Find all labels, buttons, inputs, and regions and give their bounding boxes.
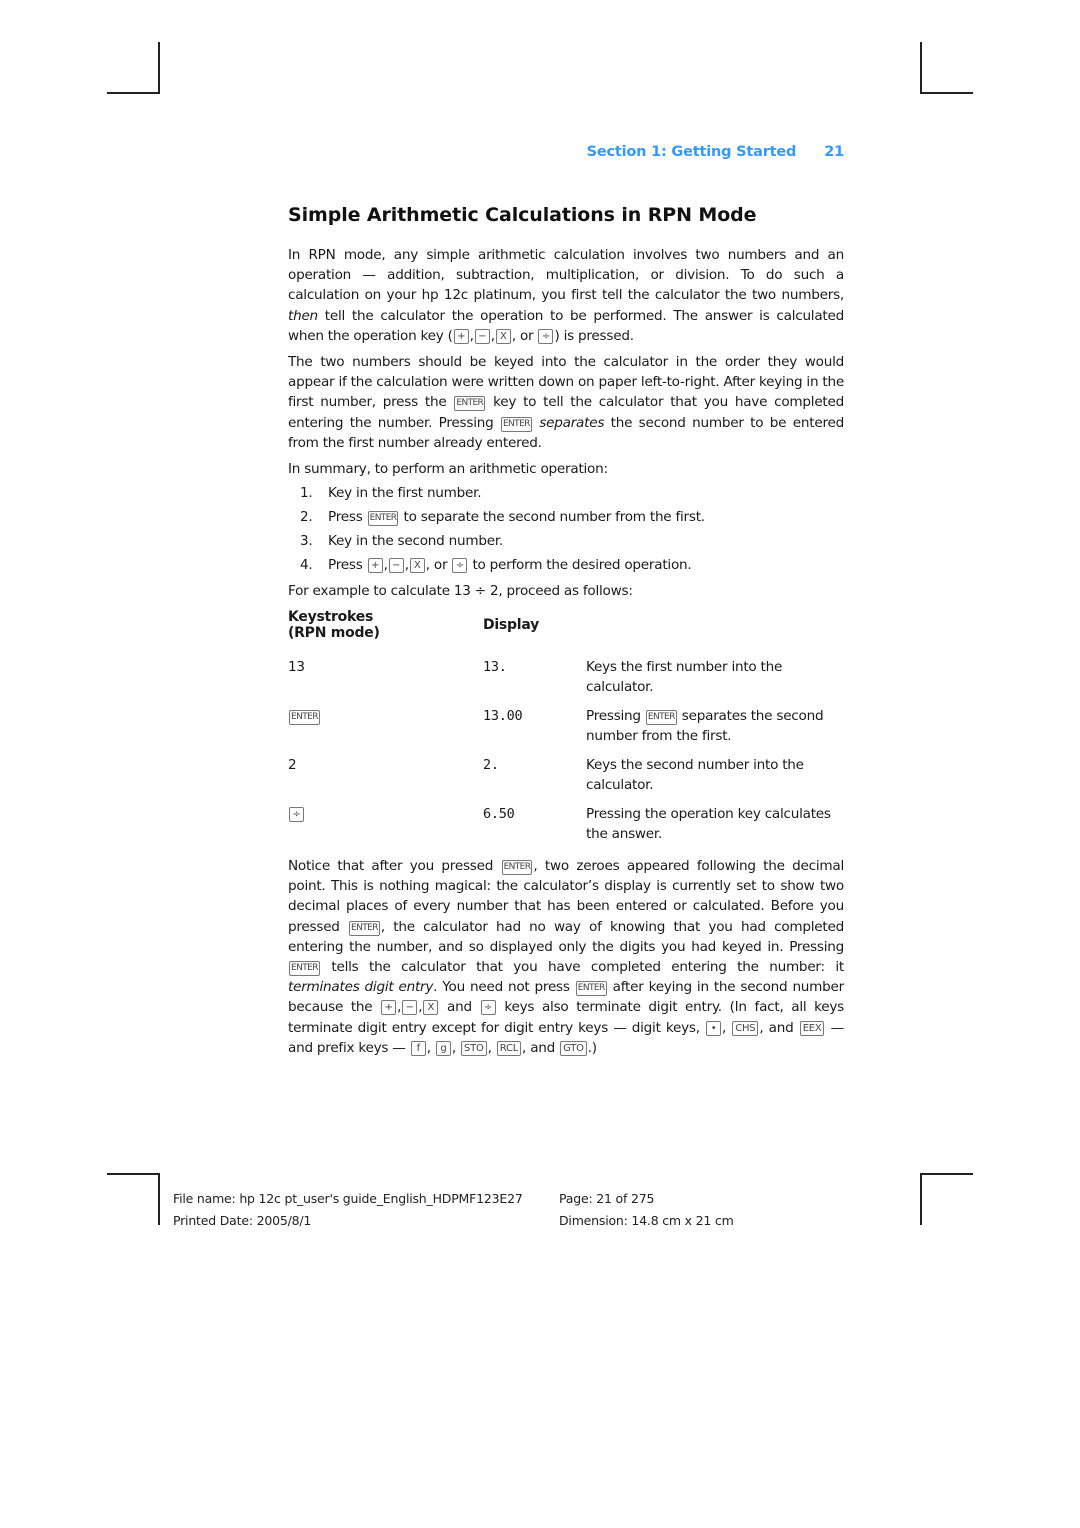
file-name: File name: hp 12c pt_user's guide_Englis… xyxy=(173,1191,523,1206)
g-key-icon: g xyxy=(435,1040,451,1056)
times-key-icon: X xyxy=(423,1000,439,1016)
body-content: In RPN mode, any simple arithmetic calcu… xyxy=(288,245,844,1064)
crop-mark-bottom-left-h xyxy=(107,1173,160,1175)
display-value: 6.50 xyxy=(483,806,515,823)
plus-key-icon: + xyxy=(453,328,469,344)
page-title: Simple Arithmetic Calculations in RPN Mo… xyxy=(288,204,757,226)
print-footer: File name: hp 12c pt_user's guide_Englis… xyxy=(173,1188,773,1232)
minus-key-icon: − xyxy=(388,557,404,573)
enter-key-icon: ENTER xyxy=(645,710,677,726)
decimal-point-key-icon: • xyxy=(706,1020,722,1036)
display-value: 13. xyxy=(483,659,507,676)
divide-key-icon: ÷ xyxy=(480,1000,496,1016)
crop-mark-top-left-h xyxy=(107,92,160,94)
gto-key-icon: GTO xyxy=(560,1040,587,1056)
printed-date: Printed Date: 2005/8/1 xyxy=(173,1213,312,1228)
crop-mark-bottom-right-h xyxy=(920,1173,973,1175)
crop-mark-top-left-v xyxy=(158,42,160,94)
list-item: 2. Press ENTER to separate the second num… xyxy=(300,509,705,527)
plus-key-icon: + xyxy=(381,1000,397,1016)
example-intro: For example to calculate 13 ÷ 2, proceed… xyxy=(288,582,633,599)
list-item: 3. Key in the second number. xyxy=(300,532,503,549)
enter-key-icon: ENTER xyxy=(454,396,486,412)
table-row: 2 2. Keys the second number into the cal… xyxy=(288,757,804,794)
crop-mark-top-right-h xyxy=(920,92,973,94)
display-value: 2. xyxy=(483,757,499,774)
enter-key-icon: ENTER xyxy=(501,860,533,876)
crop-mark-bottom-left-v xyxy=(158,1173,160,1225)
steps-list: 1. Key in the first number. 2. Press ENTER… xyxy=(288,483,844,575)
enter-key-icon: ENTER xyxy=(289,961,320,977)
crop-mark-top-right-v xyxy=(920,42,922,94)
eex-key-icon: EEX xyxy=(799,1020,825,1036)
list-item: 1. Key in the first number. xyxy=(300,485,482,502)
table-row: ENTER 13.00 Pressing ENTER separates the… xyxy=(289,708,824,745)
display-value: 13.00 xyxy=(483,708,523,725)
page-info: Page: 21 of 275 xyxy=(559,1191,655,1206)
running-header: Section 1: Getting Started 21 xyxy=(288,144,845,166)
page-number: 21 xyxy=(824,144,844,160)
paragraph-intro: In RPN mode, any simple arithmetic calcu… xyxy=(288,247,844,344)
plus-key-icon: + xyxy=(367,557,383,573)
table-row: 13 13. Keys the first number into the ca… xyxy=(288,659,783,696)
sto-key-icon: STO xyxy=(461,1040,487,1056)
enter-key-icon: ENTER xyxy=(349,920,380,936)
f-key-icon: f xyxy=(410,1040,426,1056)
minus-key-icon: − xyxy=(474,328,490,344)
enter-key-icon: ENTER xyxy=(500,416,532,432)
times-key-icon: X xyxy=(409,557,425,573)
divide-key-icon: ÷ xyxy=(538,328,554,344)
section-title: Section 1: Getting Started xyxy=(586,144,797,160)
paragraph-order: The two numbers should be keyed into the… xyxy=(288,354,845,451)
dimension-info: Dimension: 14.8 cm x 21 cm xyxy=(559,1213,734,1228)
chs-key-icon: CHS xyxy=(732,1020,759,1036)
enter-key-icon: ENTER xyxy=(289,710,320,726)
summary-intro: In summary, to perform an arithmetic ope… xyxy=(288,461,608,478)
header-keystrokes: Keystrokes (RPN mode) xyxy=(288,609,380,642)
divide-key-icon: ÷ xyxy=(289,807,304,823)
table-row: ÷ 6.50 Pressing the operation key calcul… xyxy=(288,804,844,844)
header-display: Display xyxy=(483,617,539,634)
table-header: Keystrokes (RPN mode) Display xyxy=(288,609,844,641)
list-item: 4. Press +, −, X, or ÷ to perform the desir… xyxy=(300,556,692,573)
rcl-key-icon: RCL xyxy=(496,1040,522,1056)
enter-key-icon: ENTER xyxy=(367,511,399,527)
divide-key-icon: ÷ xyxy=(452,557,468,573)
paragraph-notice: Notice that after you pressed ENTER, two… xyxy=(288,858,845,1056)
times-key-icon: X xyxy=(495,328,511,344)
minus-key-icon: − xyxy=(402,1000,418,1016)
enter-key-icon: ENTER xyxy=(575,981,607,997)
crop-mark-bottom-right-v xyxy=(920,1173,922,1225)
keystroke-table: Keystrokes (RPN mode) Display 13 13. Keys… xyxy=(288,609,844,844)
